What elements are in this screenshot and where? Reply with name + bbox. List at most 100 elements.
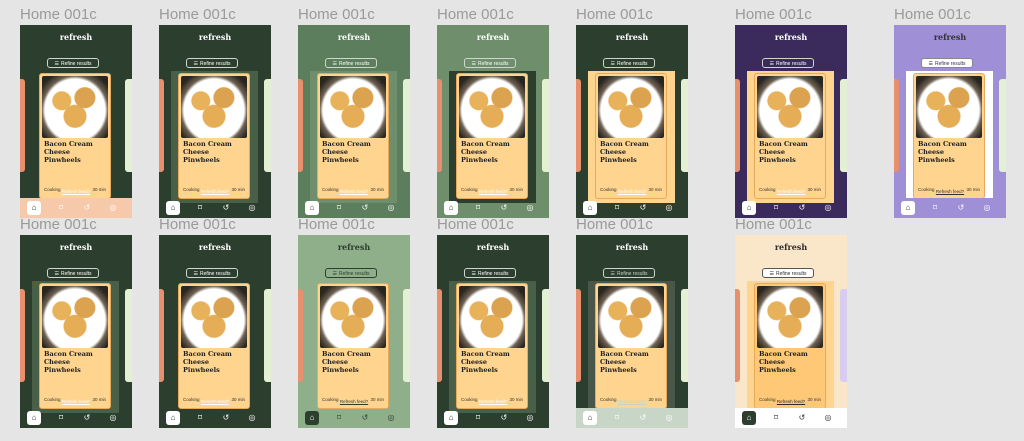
refresh-feed-link[interactable]: Refresh feed? bbox=[159, 189, 271, 194]
refine-results-button[interactable]: ☰ Refine results bbox=[186, 268, 238, 278]
prev-card-peek[interactable] bbox=[735, 79, 740, 172]
next-card-peek[interactable] bbox=[403, 79, 410, 172]
home-icon[interactable]: ⌂ bbox=[166, 411, 180, 425]
refresh-feed-link[interactable]: Refresh feed? bbox=[735, 399, 847, 404]
bookmark-icon[interactable]: ⌑ bbox=[769, 201, 783, 215]
bookmark-icon[interactable]: ⌑ bbox=[659, 77, 663, 86]
history-icon[interactable]: ↺ bbox=[80, 411, 94, 425]
bookmark-icon[interactable]: ⌑ bbox=[54, 411, 68, 425]
history-icon[interactable]: ↺ bbox=[954, 201, 968, 215]
prev-card-peek[interactable] bbox=[576, 79, 581, 172]
home-icon[interactable]: ⌂ bbox=[444, 201, 458, 215]
bookmark-icon[interactable]: ⌑ bbox=[332, 201, 346, 215]
refresh-feed-link[interactable]: Refresh feed? bbox=[576, 189, 688, 194]
bookmark-icon[interactable]: ⌑ bbox=[659, 287, 663, 296]
next-card-peek[interactable] bbox=[999, 79, 1006, 172]
profile-icon[interactable]: ◎ bbox=[523, 201, 537, 215]
refresh-feed-link[interactable]: Refresh feed? bbox=[894, 189, 1006, 194]
bookmark-icon[interactable]: ⌑ bbox=[928, 201, 942, 215]
home-icon[interactable]: ⌂ bbox=[742, 201, 756, 215]
refine-results-button[interactable]: ☰ Refine results bbox=[47, 268, 99, 278]
history-icon[interactable]: ↺ bbox=[358, 201, 372, 215]
recipe-card[interactable]: ⌑ Bacon Cream Cheese Pinwheels Cooking 30 m… bbox=[456, 73, 528, 199]
next-card-peek[interactable] bbox=[264, 289, 271, 382]
refresh-feed-link[interactable]: Refresh feed? bbox=[159, 399, 271, 404]
prev-card-peek[interactable] bbox=[298, 79, 303, 172]
recipe-card[interactable]: ⌑ Bacon Cream Cheese Pinwheels Cooking 30 m… bbox=[754, 73, 826, 199]
refine-results-button[interactable]: ☰ Refine results bbox=[921, 58, 973, 68]
prev-card-peek[interactable] bbox=[437, 289, 442, 382]
recipe-card[interactable]: ⌑ Bacon Cream Cheese Pinwheels Cooking 30 m… bbox=[595, 283, 667, 409]
next-card-peek[interactable] bbox=[681, 79, 688, 172]
next-card-peek[interactable] bbox=[125, 79, 132, 172]
recipe-card[interactable]: ⌑ Bacon Cream Cheese Pinwheels Cooking 30 m… bbox=[595, 73, 667, 199]
profile-icon[interactable]: ◎ bbox=[384, 201, 398, 215]
profile-icon[interactable]: ◎ bbox=[821, 411, 835, 425]
prev-card-peek[interactable] bbox=[437, 79, 442, 172]
home-icon[interactable]: ⌂ bbox=[27, 411, 41, 425]
next-card-peek[interactable] bbox=[264, 79, 271, 172]
refresh-feed-link[interactable]: Refresh feed? bbox=[437, 189, 549, 194]
next-card-peek[interactable] bbox=[542, 289, 549, 382]
refresh-feed-link[interactable]: Refresh feed? bbox=[437, 399, 549, 404]
refine-results-button[interactable]: ☰ Refine results bbox=[186, 58, 238, 68]
history-icon[interactable]: ↺ bbox=[795, 411, 809, 425]
bookmark-icon[interactable]: ⌑ bbox=[54, 201, 68, 215]
recipe-card[interactable]: ⌑ Bacon Cream Cheese Pinwheels Cooking 30 m… bbox=[178, 73, 250, 199]
profile-icon[interactable]: ◎ bbox=[245, 201, 259, 215]
refine-results-button[interactable]: ☰ Refine results bbox=[603, 58, 655, 68]
home-icon[interactable]: ⌂ bbox=[27, 201, 41, 215]
next-card-peek[interactable] bbox=[840, 289, 847, 382]
next-card-peek[interactable] bbox=[681, 289, 688, 382]
prev-card-peek[interactable] bbox=[20, 289, 25, 382]
home-icon[interactable]: ⌂ bbox=[742, 411, 756, 425]
recipe-card[interactable]: ⌑ Bacon Cream Cheese Pinwheels Cooking 30 m… bbox=[39, 73, 111, 199]
home-icon[interactable]: ⌂ bbox=[444, 411, 458, 425]
prev-card-peek[interactable] bbox=[20, 79, 25, 172]
profile-icon[interactable]: ◎ bbox=[980, 201, 994, 215]
profile-icon[interactable]: ◎ bbox=[106, 201, 120, 215]
recipe-card[interactable]: ⌑ Bacon Cream Cheese Pinwheels Cooking 30 m… bbox=[178, 283, 250, 409]
profile-icon[interactable]: ◎ bbox=[245, 411, 259, 425]
prev-card-peek[interactable] bbox=[298, 289, 303, 382]
home-icon[interactable]: ⌂ bbox=[583, 411, 597, 425]
history-icon[interactable]: ↺ bbox=[497, 411, 511, 425]
bookmark-icon[interactable]: ⌑ bbox=[381, 77, 385, 86]
history-icon[interactable]: ↺ bbox=[219, 411, 233, 425]
history-icon[interactable]: ↺ bbox=[219, 201, 233, 215]
prev-card-peek[interactable] bbox=[894, 79, 899, 172]
profile-icon[interactable]: ◎ bbox=[523, 411, 537, 425]
bookmark-icon[interactable]: ⌑ bbox=[520, 77, 524, 86]
recipe-card[interactable]: ⌑ Bacon Cream Cheese Pinwheels Cooking 30 m… bbox=[913, 73, 985, 199]
prev-card-peek[interactable] bbox=[735, 289, 740, 382]
profile-icon[interactable]: ◎ bbox=[662, 201, 676, 215]
home-icon[interactable]: ⌂ bbox=[305, 201, 319, 215]
refresh-feed-link[interactable]: Refresh feed? bbox=[576, 399, 688, 404]
next-card-peek[interactable] bbox=[403, 289, 410, 382]
history-icon[interactable]: ↺ bbox=[636, 201, 650, 215]
refine-results-button[interactable]: ☰ Refine results bbox=[325, 58, 377, 68]
recipe-card[interactable]: ⌑ Bacon Cream Cheese Pinwheels Cooking 30 m… bbox=[317, 73, 389, 199]
next-card-peek[interactable] bbox=[125, 289, 132, 382]
prev-card-peek[interactable] bbox=[159, 79, 164, 172]
refine-results-button[interactable]: ☰ Refine results bbox=[325, 268, 377, 278]
refresh-feed-link[interactable]: Refresh feed? bbox=[298, 189, 410, 194]
home-icon[interactable]: ⌂ bbox=[166, 201, 180, 215]
bookmark-icon[interactable]: ⌑ bbox=[103, 77, 107, 86]
bookmark-icon[interactable]: ⌑ bbox=[242, 77, 246, 86]
bookmark-icon[interactable]: ⌑ bbox=[818, 77, 822, 86]
history-icon[interactable]: ↺ bbox=[497, 201, 511, 215]
home-icon[interactable]: ⌂ bbox=[305, 411, 319, 425]
bookmark-icon[interactable]: ⌑ bbox=[471, 201, 485, 215]
profile-icon[interactable]: ◎ bbox=[106, 411, 120, 425]
recipe-card[interactable]: ⌑ Bacon Cream Cheese Pinwheels Cooking 30 m… bbox=[39, 283, 111, 409]
refine-results-button[interactable]: ☰ Refine results bbox=[603, 268, 655, 278]
bookmark-icon[interactable]: ⌑ bbox=[103, 287, 107, 296]
recipe-card[interactable]: ⌑ Bacon Cream Cheese Pinwheels Cooking 30 m… bbox=[456, 283, 528, 409]
history-icon[interactable]: ↺ bbox=[795, 201, 809, 215]
recipe-card[interactable]: ⌑ Bacon Cream Cheese Pinwheels Cooking 30 m… bbox=[754, 283, 826, 409]
home-icon[interactable]: ⌂ bbox=[901, 201, 915, 215]
bookmark-icon[interactable]: ⌑ bbox=[193, 411, 207, 425]
home-icon[interactable]: ⌂ bbox=[583, 201, 597, 215]
refine-results-button[interactable]: ☰ Refine results bbox=[464, 268, 516, 278]
